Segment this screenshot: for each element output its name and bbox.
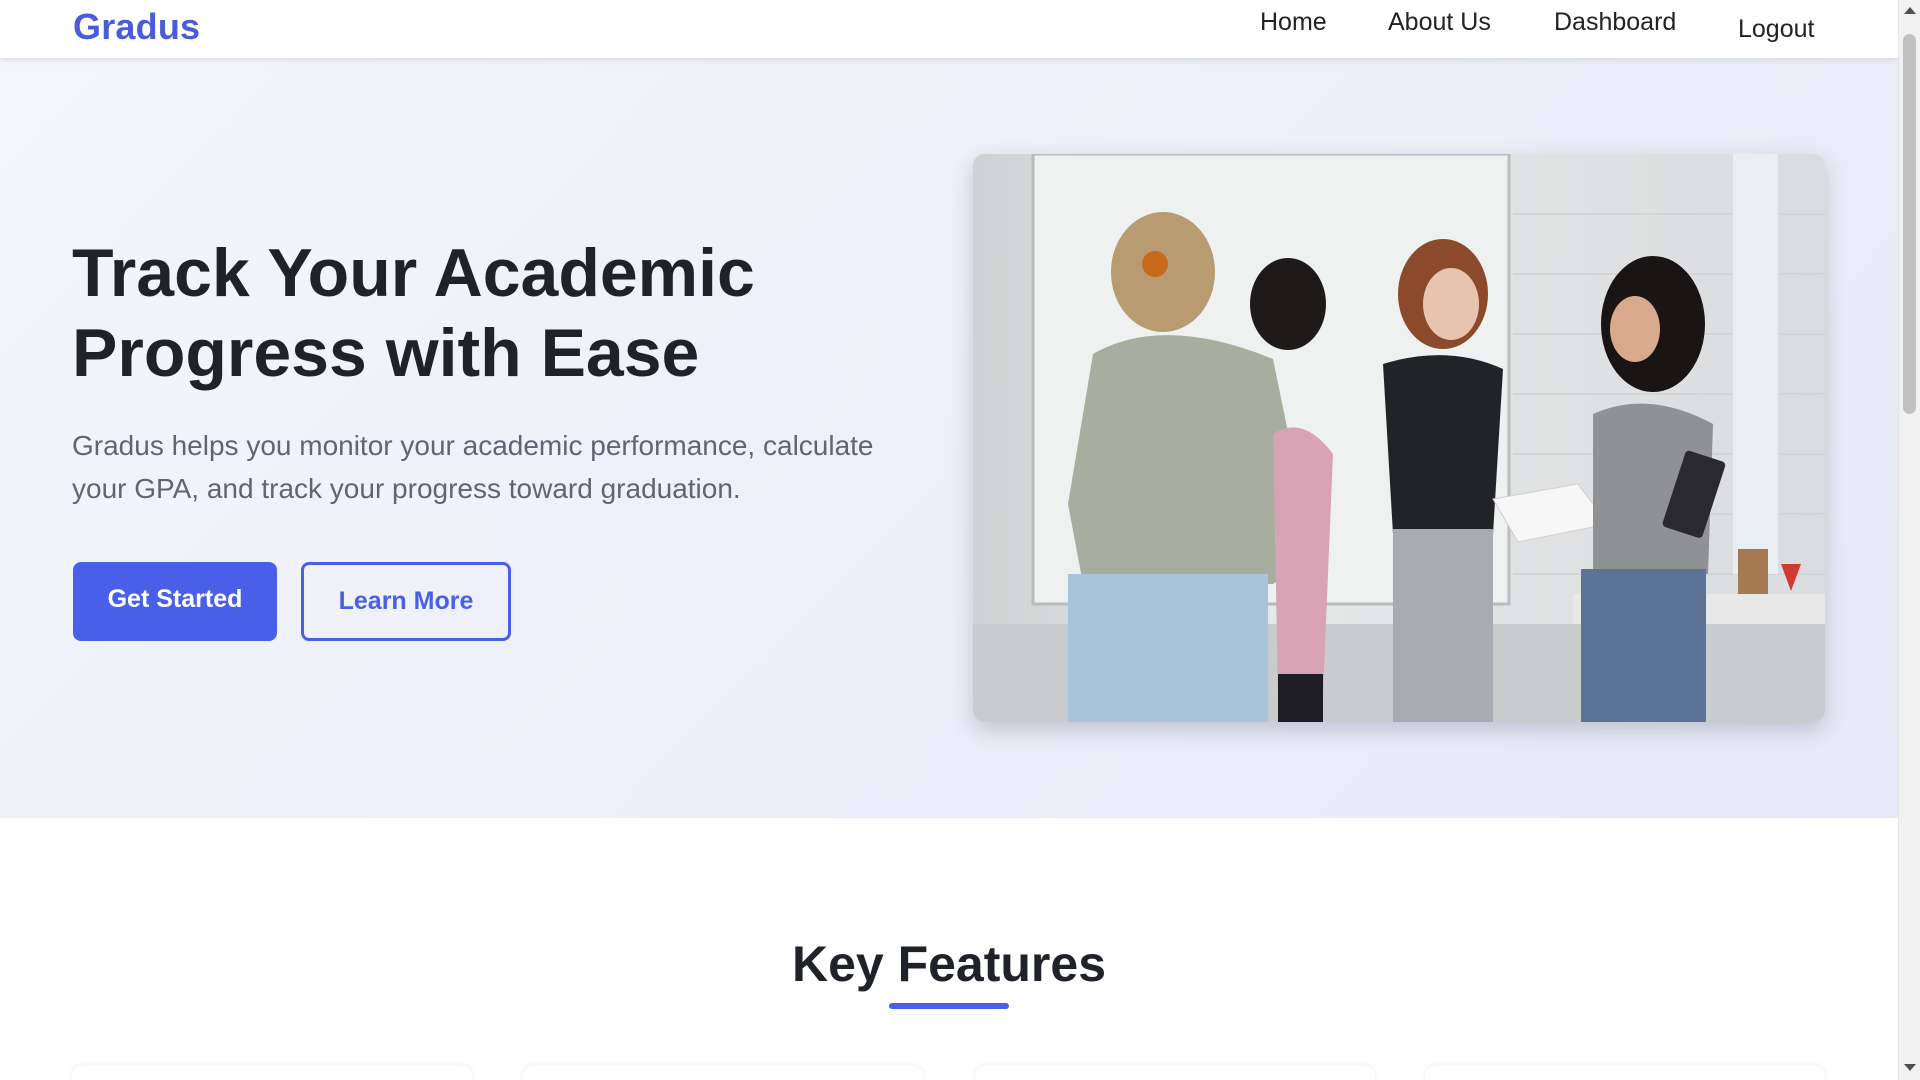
- scrollbar-thumb[interactable]: [1903, 34, 1916, 414]
- logout-button[interactable]: Logout: [1738, 15, 1814, 44]
- hero-photo-illustration: [973, 154, 1825, 722]
- hero-description: Gradus helps you monitor your academic p…: [72, 430, 874, 504]
- page-viewport: Gradus Home About Us Dashboard Logout Tr…: [0, 0, 1898, 1080]
- scroll-down-arrow-icon[interactable]: [1904, 1064, 1916, 1071]
- hero-image-students: [973, 154, 1825, 722]
- navbar: Gradus Home About Us Dashboard Logout: [0, 0, 1898, 58]
- scroll-up-arrow-icon[interactable]: [1904, 7, 1916, 14]
- hero-title: Track Your Academic Progress with Ease: [72, 235, 755, 391]
- feature-card: [72, 1066, 472, 1080]
- features-title-underline: [889, 1003, 1009, 1009]
- features-section-title: Key Features: [791, 936, 1107, 992]
- nav-link-home[interactable]: Home: [1260, 8, 1327, 37]
- feature-card: [523, 1066, 923, 1080]
- brand-logo[interactable]: Gradus: [73, 6, 200, 48]
- feature-card: [1425, 1066, 1825, 1080]
- feature-card: [975, 1066, 1375, 1080]
- hero-section: Track Your Academic Progress with Ease G…: [0, 58, 1898, 818]
- learn-more-button[interactable]: Learn More: [301, 562, 511, 641]
- nav-link-dashboard[interactable]: Dashboard: [1554, 8, 1676, 37]
- vertical-scrollbar[interactable]: [1898, 0, 1920, 1080]
- nav-link-about-us[interactable]: About Us: [1388, 8, 1491, 37]
- get-started-button[interactable]: Get Started: [73, 562, 277, 641]
